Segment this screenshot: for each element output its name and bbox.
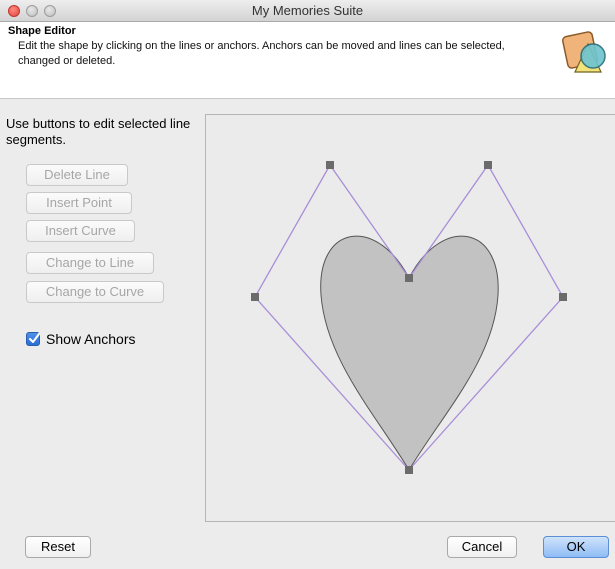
anchor-point[interactable] [405, 274, 413, 282]
shape-editor-logo-icon [561, 28, 609, 78]
anchor-point[interactable] [559, 293, 567, 301]
sidebar-instructions: Use buttons to edit selected line segmen… [6, 116, 191, 147]
anchor-point[interactable] [405, 466, 413, 474]
cancel-button[interactable]: Cancel [447, 536, 517, 558]
page-title: Shape Editor [8, 25, 76, 37]
change-to-curve-button[interactable]: Change to Curve [26, 281, 164, 303]
dialog-window: My Memories Suite Shape Editor Edit the … [0, 0, 615, 569]
anchor-point[interactable] [251, 293, 259, 301]
title-bar[interactable]: My Memories Suite [0, 0, 615, 22]
header-panel: Shape Editor Edit the shape by clicking … [0, 22, 615, 99]
window-title: My Memories Suite [251, 3, 364, 18]
reset-button[interactable]: Reset [25, 536, 91, 558]
anchor-point[interactable] [326, 161, 334, 169]
checkmark-icon [29, 333, 40, 343]
show-anchors-checkbox[interactable] [26, 332, 40, 346]
show-anchors-label: Show Anchors [46, 331, 136, 347]
change-to-line-button[interactable]: Change to Line [26, 252, 154, 274]
shape-canvas[interactable] [205, 114, 615, 522]
delete-line-button[interactable]: Delete Line [26, 164, 128, 186]
heart-shape[interactable] [320, 235, 499, 471]
anchor-point[interactable] [484, 161, 492, 169]
insert-point-button[interactable]: Insert Point [26, 192, 132, 214]
header-description: Edit the shape by clicking on the lines … [18, 40, 505, 67]
edit-sidebar: Use buttons to edit selected line segmen… [0, 100, 200, 520]
insert-curve-button[interactable]: Insert Curve [26, 220, 135, 242]
ok-button[interactable]: OK [543, 536, 609, 558]
